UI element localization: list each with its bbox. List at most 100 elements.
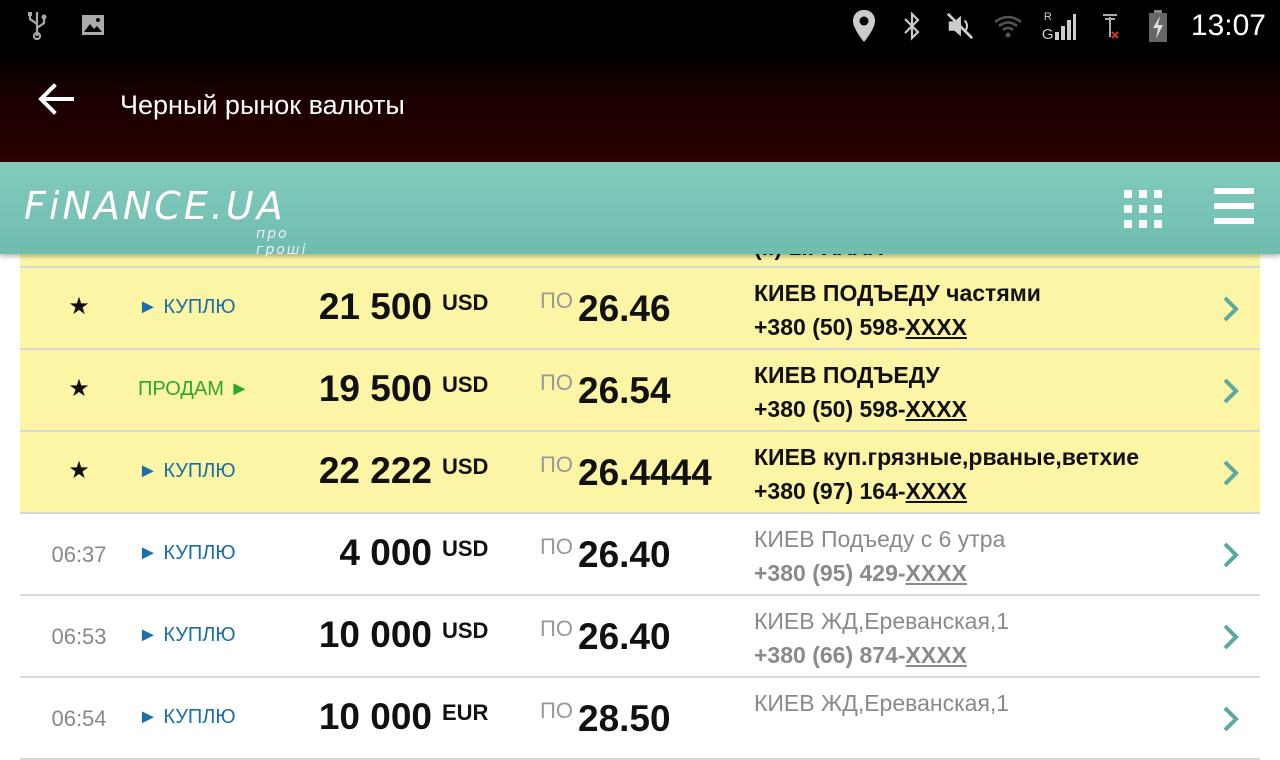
chevron-right-icon[interactable] <box>1220 704 1242 734</box>
grid-icon <box>1124 205 1132 213</box>
offer-rate: 28.50 <box>578 698 671 739</box>
rate-prefix: ПО <box>540 288 573 313</box>
rate-prefix: ПО <box>540 616 573 641</box>
favorite-star-icon[interactable]: ★ <box>20 456 138 485</box>
offer-action: ► КУПЛЮ <box>138 706 236 728</box>
offer-rate: 26.46 <box>578 288 671 329</box>
chevron-right-icon[interactable] <box>1220 622 1242 652</box>
offer-amount: 10 000 <box>318 696 432 737</box>
rate-prefix: ПО <box>540 452 573 477</box>
phone-masked[interactable]: XXXX <box>906 314 967 340</box>
grid-icon <box>1154 190 1162 198</box>
offer-description: КИЕВ куп.грязные,рваные,ветхие <box>754 444 1140 470</box>
signal-network-label: G <box>1041 26 1054 43</box>
grid-icon <box>1124 220 1132 228</box>
image-icon <box>78 10 108 40</box>
status-clock: 13:07 <box>1190 9 1266 42</box>
list-item[interactable]: 06:37 ► КУПЛЮ 4 000 USD ПО 26.40 КИЕВ Подъеду … <box>20 514 1260 596</box>
offer-currency: USD <box>442 454 489 479</box>
logo-text: FiNANCE.UA <box>24 184 286 228</box>
offer-amount: 21 500 <box>318 286 432 327</box>
offer-rate: 26.40 <box>578 616 671 657</box>
rate-prefix: ПО <box>540 370 573 395</box>
finance-logo[interactable]: FiNANCE.UA про гроші <box>24 184 306 258</box>
offer-action: ПРОДАМ ► <box>138 378 250 400</box>
grid-icon <box>1154 205 1162 213</box>
arrow-back-icon <box>38 83 74 115</box>
list-item[interactable]: 06:53 ► КУПЛЮ 10 000 USD ПО 26.40 КИЕВ ЖД,Ерев… <box>20 596 1260 678</box>
hamburger-icon <box>1214 188 1254 194</box>
chevron-right-icon[interactable] <box>1220 540 1242 570</box>
hamburger-menu-button[interactable] <box>1212 186 1256 226</box>
hamburger-icon <box>1214 203 1254 209</box>
rate-prefix: ПО <box>540 698 573 723</box>
offer-description: КИЕВ Подъеду с 6 утра <box>754 526 1006 552</box>
grid-icon <box>1139 190 1147 198</box>
offer-amount: 22 222 <box>318 450 432 491</box>
grid-icon <box>1139 220 1147 228</box>
offer-amount: 19 500 <box>318 368 432 409</box>
offer-currency: USD <box>442 372 489 397</box>
offer-action: ► КУПЛЮ <box>138 542 236 564</box>
phone-masked[interactable]: XXXX <box>906 560 967 586</box>
finance-header: FiNANCE.UA про гроші <box>0 162 1280 258</box>
page-title: Черный рынок валюты <box>120 90 405 120</box>
chevron-right-icon[interactable] <box>1220 458 1242 488</box>
usb-icon <box>22 10 52 40</box>
list-item[interactable]: ★ ► КУПЛЮ 21 500 USD ПО 26.46 КИЕВ ПОДЪЕДУ час… <box>20 268 1260 350</box>
offer-currency: USD <box>442 618 489 643</box>
offers-list: (..) 1..-XXXX ★► КУПЛЮ21 500USDПО26.46КИ… <box>20 248 1260 760</box>
chevron-right-icon[interactable] <box>1220 294 1242 324</box>
phone-masked[interactable]: XXXX <box>906 478 967 504</box>
offer-currency: USD <box>442 536 489 561</box>
list-item[interactable]: ★ ПРОДАМ ► 19 500 USD ПО 26.54 КИЕВ ПОДЪЕДУ +38… <box>20 350 1260 432</box>
signal-icon: R G <box>1041 11 1077 43</box>
offer-rate: 26.4444 <box>578 452 712 493</box>
status-bar: R G 13:07 <box>0 0 1280 52</box>
offer-description: КИЕВ ПОДЪЕДУ частями <box>754 280 1041 306</box>
offer-action: ► КУПЛЮ <box>138 624 236 646</box>
grid-icon <box>1139 205 1147 213</box>
battery-icon <box>1143 10 1173 42</box>
list-item[interactable]: ★ ► КУПЛЮ 22 222 USD ПО 26.4444 КИЕВ куп.грязн… <box>20 432 1260 514</box>
mute-icon <box>945 11 975 41</box>
grid-icon <box>1154 220 1162 228</box>
favorite-star-icon[interactable]: ★ <box>20 292 138 321</box>
offer-action: ► КУПЛЮ <box>138 296 236 318</box>
location-icon <box>849 10 879 42</box>
list-item[interactable]: 06:54 ► КУПЛЮ 10 000 EUR ПО 28.50 КИЕВ ЖД,Ерев… <box>20 678 1260 760</box>
wifi-icon <box>993 11 1023 41</box>
offer-action: ► КУПЛЮ <box>138 460 236 482</box>
rate-prefix: ПО <box>540 534 573 559</box>
offer-time: 06:37 <box>51 542 107 567</box>
offer-time: 06:54 <box>51 706 107 731</box>
offer-rate: 26.40 <box>578 534 671 575</box>
offer-phone[interactable]: +380 (50) 598-XXXX <box>754 314 967 341</box>
phone-prefix: +380 (50) 598- <box>754 396 906 422</box>
chevron-right-icon[interactable] <box>1220 376 1242 406</box>
phone-prefix: +380 (95) 429- <box>754 560 906 586</box>
grid-menu-button[interactable] <box>1120 186 1162 228</box>
offer-phone[interactable]: +380 (66) 874-XXXX <box>754 642 967 669</box>
offer-description: КИЕВ ЖД,Ереванская,1 <box>754 690 1010 716</box>
signal-roaming-label: R <box>1043 11 1052 23</box>
phone-prefix: +380 (50) 598- <box>754 314 906 340</box>
offer-currency: EUR <box>442 700 489 725</box>
phone-masked[interactable]: XXXX <box>906 396 967 422</box>
offer-amount: 10 000 <box>318 614 432 655</box>
offer-phone[interactable]: +380 (50) 598-XXXX <box>754 396 967 423</box>
phone-masked[interactable]: XXXX <box>906 642 967 668</box>
offer-phone[interactable]: +380 (95) 429-XXXX <box>754 560 967 587</box>
offer-time: 06:53 <box>51 624 107 649</box>
back-button[interactable] <box>34 76 80 122</box>
offer-currency: USD <box>442 290 489 315</box>
logo-tagline: про гроші <box>256 226 308 258</box>
favorite-star-icon[interactable]: ★ <box>20 374 138 403</box>
no-signal-icon <box>1095 11 1125 41</box>
phone-prefix: +380 (66) 874- <box>754 642 906 668</box>
offer-phone[interactable]: +380 (97) 164-XXXX <box>754 478 967 505</box>
offer-description: КИЕВ ЖД,Ереванская,1 <box>754 608 1010 634</box>
phone-prefix: +380 (97) 164- <box>754 478 906 504</box>
bluetooth-icon <box>897 11 927 41</box>
offer-amount: 4 000 <box>339 532 432 573</box>
